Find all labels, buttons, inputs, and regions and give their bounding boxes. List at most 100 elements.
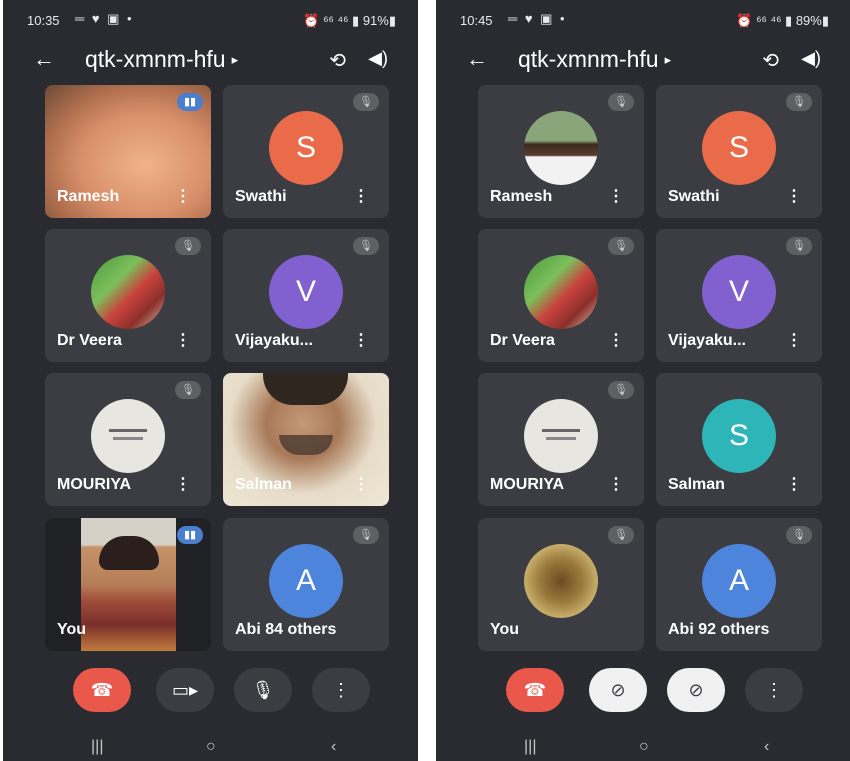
avatar: S bbox=[702, 111, 776, 185]
status-time: 10:35 bbox=[27, 13, 60, 28]
mic-muted-icon: 🎙︎ bbox=[608, 93, 634, 111]
participant-name: Ramesh bbox=[490, 188, 553, 205]
end-call-icon[interactable]: ☎ bbox=[506, 668, 564, 712]
participant-tile[interactable]: 🎙︎ Dr Veera ⋮ bbox=[478, 229, 644, 362]
self-tile[interactable]: ▮▮ You bbox=[45, 518, 211, 651]
avatar bbox=[524, 399, 598, 473]
participant-name: Salman bbox=[668, 476, 725, 493]
speaking-indicator-icon: ▮▮ bbox=[177, 526, 203, 544]
more-options-icon[interactable]: ⋮ bbox=[175, 330, 191, 350]
mic-muted-icon: 🎙︎ bbox=[608, 381, 634, 399]
avatar: S bbox=[269, 111, 343, 185]
more-vertical-icon[interactable]: ⋮ bbox=[745, 668, 803, 712]
participant-tile[interactable]: 🎙︎ S Swathi ⋮ bbox=[656, 85, 822, 218]
avatar bbox=[524, 111, 598, 185]
more-options-icon[interactable]: ⋮ bbox=[353, 186, 369, 206]
others-count: Abi 92 others bbox=[668, 621, 770, 638]
avatar bbox=[524, 544, 598, 618]
avatar: V bbox=[702, 255, 776, 329]
more-options-icon[interactable]: ⋮ bbox=[353, 474, 369, 494]
microphone-off-icon[interactable]: ⊘ bbox=[667, 668, 725, 712]
participant-tile[interactable]: 🎙︎ MOURIYA ⋮ bbox=[478, 373, 644, 506]
call-header: ← qtk-xmnm-hfu ▸ ⟲ ◀) bbox=[3, 42, 418, 80]
participant-tile[interactable]: 🎙︎ MOURIYA ⋮ bbox=[45, 373, 211, 506]
mic-muted-icon: 🎙︎ bbox=[175, 237, 201, 255]
avatar bbox=[524, 255, 598, 329]
home-button[interactable]: ○ bbox=[639, 738, 649, 756]
participant-name: You bbox=[57, 621, 87, 638]
participant-name: Vijayaku... bbox=[668, 332, 746, 349]
more-options-icon[interactable]: ⋮ bbox=[608, 186, 624, 206]
microphone-icon[interactable]: 🎙︎ bbox=[234, 668, 292, 712]
participant-tile[interactable]: 🎙︎ S Swathi ⋮ bbox=[223, 85, 389, 218]
video-camera-icon[interactable]: ▭▸ bbox=[156, 668, 214, 712]
mic-muted-icon: 🎙︎ bbox=[786, 93, 812, 111]
status-battery: ⏰ ⁶⁶ ⁴⁶ ▮ 89%▮ bbox=[736, 13, 829, 28]
status-bar: 10:45 ═ ♥ ▣ • ⏰ ⁶⁶ ⁴⁶ ▮ 89%▮ bbox=[450, 10, 837, 32]
video-camera-off-icon[interactable]: ⊘ bbox=[589, 668, 647, 712]
meeting-code[interactable]: qtk-xmnm-hfu ▸ bbox=[518, 46, 671, 73]
recents-button[interactable]: ||| bbox=[91, 738, 103, 756]
participant-name: Ramesh bbox=[57, 188, 120, 205]
back-button[interactable]: ‹ bbox=[764, 738, 769, 756]
more-options-icon[interactable]: ⋮ bbox=[608, 330, 624, 350]
mic-muted-icon: 🎙︎ bbox=[608, 237, 634, 255]
chevron-right-icon: ▸ bbox=[231, 52, 239, 67]
participant-tile[interactable]: S Salman ⋮ bbox=[656, 373, 822, 506]
mic-muted-icon: 🎙︎ bbox=[786, 237, 812, 255]
participant-tile[interactable]: ▮▮ Ramesh ⋮ bbox=[45, 85, 211, 218]
arrow-left-icon[interactable]: ← bbox=[466, 46, 488, 72]
more-options-icon[interactable]: ⋮ bbox=[608, 474, 624, 494]
speaker-icon[interactable]: ◀) bbox=[368, 48, 388, 69]
status-notification-icons: ═ ♥ ▣ • bbox=[75, 11, 134, 26]
more-options-icon[interactable]: ⋮ bbox=[175, 474, 191, 494]
more-options-icon[interactable]: ⋮ bbox=[786, 474, 802, 494]
call-controls: ☎ ⊘ ⊘ ⋮ bbox=[436, 668, 850, 714]
participant-name: Vijayaku... bbox=[235, 332, 313, 349]
system-nav-bar: ||| ○ ‹ bbox=[3, 738, 418, 758]
more-options-icon[interactable]: ⋮ bbox=[786, 330, 802, 350]
meeting-code[interactable]: qtk-xmnm-hfu ▸ bbox=[85, 46, 238, 73]
mic-muted-icon: 🎙︎ bbox=[353, 93, 379, 111]
participant-tile[interactable]: 🎙︎ Ramesh ⋮ bbox=[478, 85, 644, 218]
more-vertical-icon[interactable]: ⋮ bbox=[312, 668, 370, 712]
back-button[interactable]: ‹ bbox=[331, 738, 336, 756]
avatar bbox=[91, 399, 165, 473]
avatar bbox=[91, 255, 165, 329]
end-call-icon[interactable]: ☎ bbox=[73, 668, 131, 712]
home-button[interactable]: ○ bbox=[206, 738, 216, 756]
camera-switch-icon[interactable]: ⟲ bbox=[762, 48, 779, 73]
mic-muted-icon: 🎙︎ bbox=[175, 381, 201, 399]
more-options-icon[interactable]: ⋮ bbox=[353, 330, 369, 350]
speaking-indicator-icon: ▮▮ bbox=[177, 93, 203, 111]
participant-tile[interactable]: Salman ⋮ bbox=[223, 373, 389, 506]
meeting-code-text: qtk-xmnm-hfu bbox=[518, 46, 659, 72]
self-video bbox=[81, 518, 176, 651]
participant-tile[interactable]: 🎙︎ V Vijayaku... ⋮ bbox=[656, 229, 822, 362]
avatar: A bbox=[269, 544, 343, 618]
participant-name: MOURIYA bbox=[490, 476, 565, 493]
participant-name: Salman bbox=[235, 476, 292, 493]
others-tile[interactable]: 🎙︎ A Abi 84 others bbox=[223, 518, 389, 651]
status-time: 10:45 bbox=[460, 13, 493, 28]
recents-button[interactable]: ||| bbox=[524, 738, 536, 756]
participant-tile[interactable]: 🎙︎ Dr Veera ⋮ bbox=[45, 229, 211, 362]
chevron-right-icon: ▸ bbox=[664, 52, 672, 67]
self-tile[interactable]: 🎙︎ You bbox=[478, 518, 644, 651]
participant-tile[interactable]: 🎙︎ V Vijayaku... ⋮ bbox=[223, 229, 389, 362]
mic-muted-icon: 🎙︎ bbox=[353, 526, 379, 544]
more-options-icon[interactable]: ⋮ bbox=[786, 186, 802, 206]
participant-name: MOURIYA bbox=[57, 476, 132, 493]
speaker-icon[interactable]: ◀) bbox=[801, 48, 821, 69]
mic-muted-icon: 🎙︎ bbox=[353, 237, 379, 255]
status-notification-icons: ═ ♥ ▣ • bbox=[508, 11, 567, 26]
avatar: A bbox=[702, 544, 776, 618]
mic-muted-icon: 🎙︎ bbox=[608, 526, 634, 544]
call-header: ← qtk-xmnm-hfu ▸ ⟲ ◀) bbox=[436, 42, 850, 80]
participant-name: Dr Veera bbox=[57, 332, 122, 349]
camera-switch-icon[interactable]: ⟲ bbox=[329, 48, 346, 73]
others-tile[interactable]: 🎙︎ A Abi 92 others bbox=[656, 518, 822, 651]
status-battery: ⏰ ⁶⁶ ⁴⁶ ▮ 91%▮ bbox=[303, 13, 396, 28]
arrow-left-icon[interactable]: ← bbox=[33, 46, 55, 72]
more-options-icon[interactable]: ⋮ bbox=[175, 186, 191, 206]
